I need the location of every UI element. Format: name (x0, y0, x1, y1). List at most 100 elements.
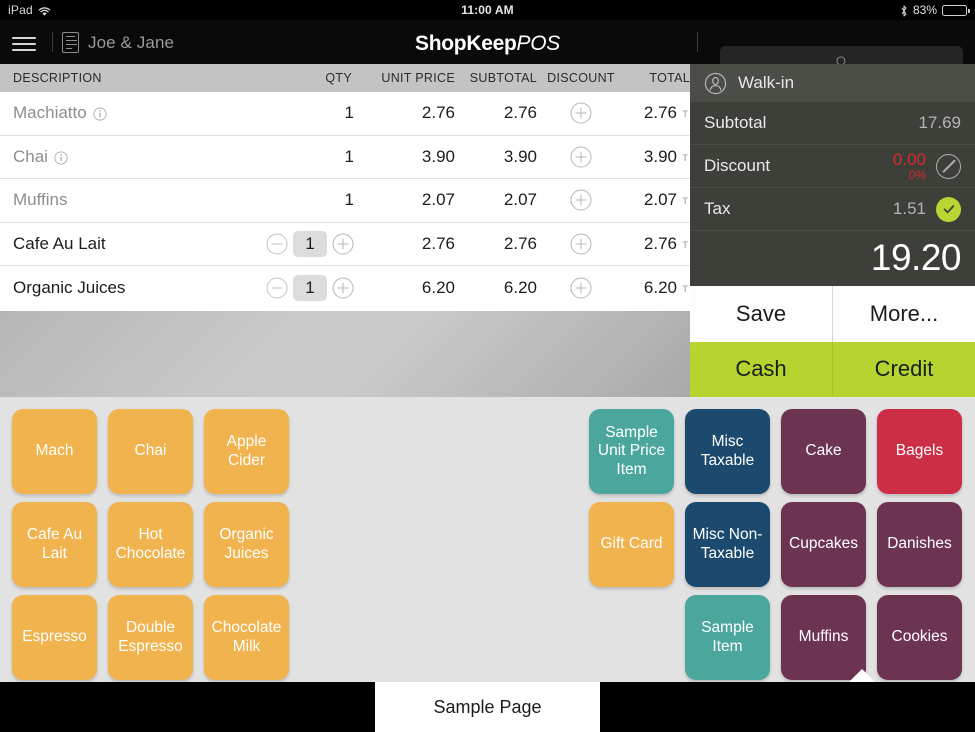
item-tile[interactable]: Mach (12, 409, 97, 494)
plus-circle-icon[interactable] (570, 233, 592, 255)
order-row-unit-price: 2.76 (421, 234, 455, 254)
order-item-name: Cafe Au Lait (13, 234, 106, 254)
customer-selector[interactable]: Walk-in (690, 64, 975, 102)
app-navigation-bar: Joe & Jane ShopKeepPOS (0, 20, 975, 77)
tax-flag-label: T (682, 240, 688, 252)
plus-circle-icon[interactable] (570, 102, 592, 124)
ios-status-bar: iPad 11:00 AM 83% (0, 0, 975, 20)
plus-circle-icon[interactable] (570, 146, 592, 168)
qty-value-field[interactable]: 1 (293, 231, 327, 258)
item-tile-grid: Mach Chai Apple Cider Cafe Au Lait Hot Choco… (0, 397, 975, 682)
qty-decrement-button[interactable] (266, 233, 288, 255)
order-item-name: Muffins (13, 190, 68, 210)
more-button[interactable]: More... (833, 286, 975, 342)
item-tile[interactable]: Hot Chocolate (108, 502, 193, 587)
order-row[interactable]: Machiatto 1 2.76 2.76 2.76 T (0, 92, 690, 136)
qty-value-field[interactable]: 1 (293, 275, 327, 302)
page-tab-sample-page[interactable]: Sample Page (375, 669, 875, 732)
item-tile[interactable]: Cookies (877, 595, 962, 680)
info-icon[interactable] (54, 150, 68, 165)
item-tile-label: Muffins (798, 628, 849, 646)
item-tile[interactable]: Chai (108, 409, 193, 494)
item-tile[interactable]: Misc Non-Taxable (685, 502, 770, 587)
qty-increment-button[interactable] (332, 277, 354, 299)
order-row-unit-price: 2.07 (421, 190, 455, 210)
order-row[interactable]: Organic Juices 1 6.20 6.20 6.20 T (0, 266, 690, 310)
item-tile[interactable]: Cake (781, 409, 866, 494)
order-row-total: 2.07 T (625, 190, 690, 210)
tax-flag-label: T (682, 152, 688, 164)
order-row[interactable]: Muffins 1 2.07 2.07 2.07 T (0, 179, 690, 223)
column-header-unit-price: UNIT PRICE (381, 71, 455, 85)
order-row-qty: 1 (250, 147, 360, 167)
item-tile[interactable]: Bagels (877, 409, 962, 494)
status-bar-right: 83% (900, 3, 970, 17)
qty-increment-button[interactable] (332, 233, 354, 255)
subtotal-value: 17.69 (918, 113, 961, 132)
qty-value-label: 1 (344, 190, 354, 210)
order-row-qty: 1 (250, 231, 360, 258)
credit-button[interactable]: Credit (833, 341, 975, 397)
brand-name-bold: ShopKeep (415, 32, 517, 55)
order-row-total: 2.76 T (625, 234, 690, 254)
item-tile[interactable]: Cafe Au Lait (12, 502, 97, 587)
column-header-total: TOTAL (649, 71, 690, 85)
order-row-description: Chai (0, 147, 250, 167)
order-row-discount (537, 102, 625, 124)
item-tile-label: Organic Juices (219, 526, 274, 562)
item-tile[interactable]: Sample Unit Price Item (589, 409, 674, 494)
item-tile[interactable]: Sample Item (685, 595, 770, 680)
item-tile[interactable]: Apple Cider (204, 409, 289, 494)
slash-circle-icon[interactable] (936, 153, 961, 179)
item-tile-label: Bagels (895, 442, 944, 460)
item-tile[interactable]: Gift Card (589, 502, 674, 587)
item-tile[interactable]: Danishes (877, 502, 962, 587)
page-tab-arrow-icon (849, 669, 875, 682)
check-circle-icon[interactable] (936, 196, 961, 222)
order-row-total-value: 2.76 (643, 234, 677, 254)
item-tile[interactable]: Double Espresso (108, 595, 193, 680)
order-row[interactable]: Cafe Au Lait 1 2.76 2.76 2.76 T (0, 223, 690, 267)
qty-decrement-button[interactable] (266, 277, 288, 299)
item-tile[interactable]: Chocolate Milk (204, 595, 289, 680)
cash-button[interactable]: Cash (690, 341, 832, 397)
order-table-header: DESCRIPTION QTY UNIT PRICE SUBTOTAL DISC… (0, 64, 690, 92)
person-circle-icon (704, 72, 727, 95)
discount-row[interactable]: Discount 0.00 0% (690, 145, 975, 188)
item-tile-label: Double Espresso (118, 619, 183, 655)
item-tile-label: Mach (35, 442, 74, 460)
primary-actions-row: Cash Credit (690, 341, 975, 397)
order-item-name: Machiatto (13, 103, 87, 123)
discount-percent: 0% (908, 167, 926, 182)
info-icon[interactable] (93, 106, 107, 121)
order-row-discount (537, 233, 625, 255)
order-row-subtotal: 2.07 (503, 190, 537, 210)
order-row-description: Organic Juices (0, 278, 250, 298)
grand-total-value: 19.20 (870, 237, 962, 278)
order-row[interactable]: Chai 1 3.90 3.90 3.90 T (0, 136, 690, 180)
item-tile[interactable]: Cupcakes (781, 502, 866, 587)
item-tile[interactable]: Misc Taxable (685, 409, 770, 494)
order-empty-area (0, 310, 690, 397)
pos-app-screen: iPad 11:00 AM 83% Joe & Jane ShopKeepPOS… (0, 0, 975, 732)
save-button[interactable]: Save (690, 286, 832, 342)
subtotal-row: Subtotal 17.69 (690, 102, 975, 145)
item-tile[interactable]: Muffins (781, 595, 866, 680)
order-row-total-value: 6.20 (643, 278, 677, 298)
item-tile[interactable]: Organic Juices (204, 502, 289, 587)
page-tab-bar: Sample Page (0, 669, 975, 732)
order-row-total-value: 3.90 (643, 146, 677, 166)
order-row-description: Muffins (0, 190, 250, 210)
tax-row[interactable]: Tax 1.51 (690, 188, 975, 231)
item-tile[interactable]: Espresso (12, 595, 97, 680)
item-tile-label: Cake (805, 442, 842, 460)
order-row-total: 2.76 T (625, 103, 690, 123)
item-tile-label: Cookies (891, 628, 948, 646)
order-row-subtotal: 2.76 (503, 103, 537, 123)
tax-label: Tax (704, 199, 731, 218)
order-row-total-value: 2.76 (643, 103, 677, 123)
tax-flag-label: T (682, 196, 688, 208)
order-row-qty: 1 (250, 275, 360, 302)
plus-circle-icon[interactable] (570, 189, 592, 211)
plus-circle-icon[interactable] (570, 277, 592, 299)
